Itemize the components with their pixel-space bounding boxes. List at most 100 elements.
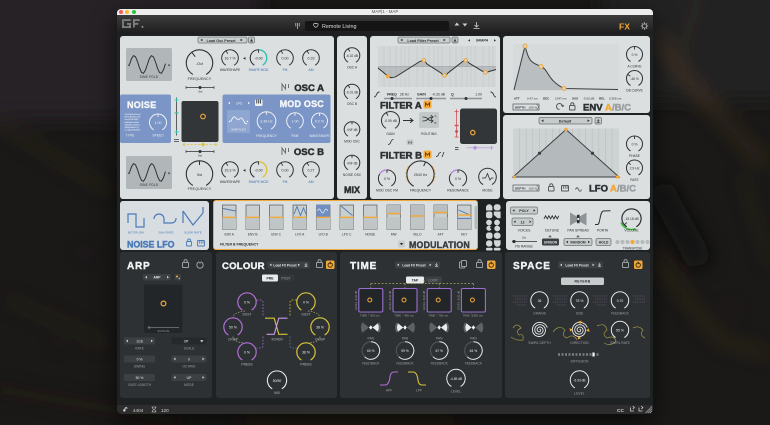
svg-text:0.33: 0.33 [308, 56, 315, 60]
svg-text:1347 ms: 1347 ms [555, 96, 567, 100]
svg-text:MOD OSC FM: MOD OSC FM [376, 188, 398, 192]
svg-text:0 %: 0 % [632, 142, 638, 146]
svg-text:VOICES: VOICES [518, 228, 532, 232]
svg-text:OSC B: OSC B [347, 102, 358, 106]
svg-text:AFT: AFT [437, 233, 443, 237]
svg-text:1500 ms: 1500 ms [472, 313, 484, 317]
svg-text:FREQUENCY: FREQUENCY [188, 77, 212, 81]
svg-text:REVERB: REVERB [575, 279, 591, 283]
svg-text:MW: MW [390, 233, 396, 237]
svg-text:OSC A: OSC A [294, 83, 324, 94]
svg-text:1/16: 1/16 [136, 339, 143, 343]
svg-text:SWIRL DEPTH: SWIRL DEPTH [528, 341, 551, 345]
svg-text:ENV A: ENV A [224, 233, 234, 237]
svg-text:16.7 %: 16.7 % [224, 56, 236, 60]
svg-text:0: 0 [188, 357, 190, 361]
svg-text:0 %: 0 % [632, 53, 638, 57]
svg-text:-0.00: -0.00 [254, 168, 262, 172]
svg-text:-INF dB: -INF dB [347, 161, 358, 165]
svg-text:LEVEL: LEVEL [451, 389, 461, 393]
svg-text:dsfjdskfj40ewrjdsfXw3: dsfjdskfj40ewrjdsfXw3 [125, 123, 141, 126]
svg-text:-15.18 dB: -15.18 dB [624, 216, 639, 220]
svg-text:GAIN: GAIN [386, 132, 395, 136]
svg-text:ENV: ENV [583, 102, 603, 113]
svg-text:ARP: ARP [153, 275, 161, 279]
svg-text:ARP: ARP [127, 261, 151, 272]
svg-text:NOISE: NOISE [127, 100, 157, 110]
svg-text:1.00: 1.00 [155, 121, 162, 125]
svg-text:LFO: LFO [589, 183, 608, 194]
svg-text:36: 36 [538, 299, 542, 303]
svg-text:RANDOM: RANDOM [570, 240, 585, 244]
svg-text:WAVESHAPE: WAVESHAPE [309, 134, 330, 138]
svg-text:DUST: DUST [242, 312, 251, 316]
svg-text:60 %: 60 % [367, 349, 375, 353]
svg-text:FINE: FINE [291, 134, 299, 138]
svg-text:-46 %: -46 % [630, 77, 639, 81]
svg-text:LFO B: LFO B [318, 233, 327, 237]
svg-text:100 %: 100 % [529, 186, 538, 190]
svg-text:SIZE: SIZE [576, 311, 584, 315]
svg-text:LOOP: LOOP [428, 278, 438, 282]
svg-text:1.00: 1.00 [292, 119, 299, 123]
svg-text:AM: AM [309, 180, 314, 184]
svg-text:GATE LENGTH: GATE LENGTH [128, 383, 152, 387]
svg-text:DIFFUSION: DIFFUSION [571, 359, 589, 363]
svg-text:OCTAVE: OCTAVE [182, 364, 196, 368]
svg-text:0 %: 0 % [455, 177, 461, 181]
svg-text:PAN: PAN [368, 336, 375, 340]
svg-text:PB RANGE: PB RANGE [515, 244, 533, 248]
svg-text:Load Osc Preset: Load Osc Preset [206, 38, 236, 42]
svg-text:120: 120 [161, 408, 169, 413]
svg-text:ENV C: ENV C [271, 233, 281, 237]
svg-text:ROUTING: ROUTING [421, 132, 437, 136]
svg-text:FREQ: FREQ [387, 92, 397, 96]
svg-text:0.365 ms: 0.365 ms [609, 96, 622, 100]
svg-text:HOLD: HOLD [599, 240, 609, 244]
svg-text:FX: FX [619, 21, 630, 31]
svg-text:PRESS: PRESS [241, 362, 253, 366]
svg-text:FM: FM [283, 68, 288, 72]
svg-text:LFO C: LFO C [342, 233, 352, 237]
svg-text:MIX: MIX [274, 391, 281, 395]
svg-text:FILTER B FREQUENCY: FILTER B FREQUENCY [220, 243, 259, 247]
svg-text:NOISE OSC: NOISE OSC [343, 173, 362, 177]
svg-text:-6.93 dB: -6.93 dB [573, 378, 585, 382]
svg-text:4404: 4404 [133, 408, 144, 413]
svg-text:-0.00: -0.00 [254, 56, 262, 60]
svg-text:SCALE: SCALE [184, 346, 196, 350]
svg-text:1.00: 1.00 [475, 92, 482, 96]
svg-text:DUST: DUST [301, 312, 310, 316]
svg-text:COLOUR: COLOUR [222, 261, 265, 272]
svg-text:0.00: 0.00 [282, 56, 289, 60]
svg-text:FEEDBACK: FEEDBACK [611, 311, 630, 315]
svg-text:OSC B: OSC B [294, 147, 324, 158]
svg-text:0st: 0st [198, 153, 202, 157]
svg-text:PHASE: PHASE [629, 154, 640, 158]
svg-text:PAN: PAN [470, 336, 477, 340]
svg-text:AM: AM [309, 68, 314, 72]
svg-text:MOD OSC: MOD OSC [344, 139, 360, 143]
svg-text:FREQUENCY: FREQUENCY [410, 188, 432, 192]
svg-text:LEVEL -6.02 dB: LEVEL -6.02 dB [422, 290, 426, 309]
svg-text:HPF: HPF [386, 388, 393, 392]
svg-text:0st: 0st [197, 173, 203, 177]
svg-text:LFO A: LFO A [295, 233, 305, 237]
svg-text:-6.02 dB: -6.02 dB [346, 54, 358, 58]
svg-text:Load FX Preset: Load FX Preset [565, 263, 589, 267]
svg-text:SPEED: SPEED [152, 133, 164, 137]
svg-text:FEEDBACK: FEEDBACK [396, 361, 414, 365]
svg-text:KEY: KEY [461, 233, 468, 237]
svg-text:LPF: LPF [416, 388, 422, 392]
svg-text:50/50: 50/50 [272, 379, 281, 383]
svg-text:Load FX Preset: Load FX Preset [402, 263, 426, 267]
svg-text:750 ms: 750 ms [438, 313, 448, 317]
svg-text:LEVEL -6.02 dB: LEVEL -6.02 dB [456, 290, 460, 309]
svg-text:38 %: 38 % [316, 325, 324, 329]
svg-text:0.00: 0.00 [282, 168, 289, 172]
svg-text:NOISE LFO: NOISE LFO [127, 239, 175, 249]
svg-text:REL: REL [599, 96, 605, 100]
svg-text:-Oct: -Oct [196, 62, 204, 66]
svg-text:78 %: 78 % [576, 299, 584, 303]
svg-text:SUS: SUS [572, 96, 578, 100]
